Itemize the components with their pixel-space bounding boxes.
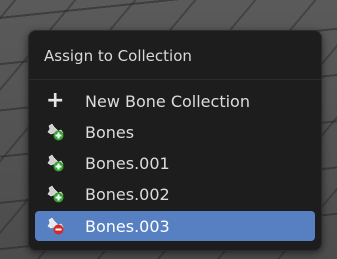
menu-item-bones-001[interactable]: Bones.001 bbox=[35, 148, 315, 178]
menu-item-label: Bones bbox=[85, 123, 135, 142]
menu-item-new-bone-collection[interactable]: + New Bone Collection bbox=[35, 86, 315, 116]
bone-collection-assign-icon bbox=[47, 123, 64, 141]
plus-icon: + bbox=[46, 88, 65, 113]
menu-item-bones-002[interactable]: Bones.002 bbox=[35, 179, 315, 209]
menu-item-label: Bones.002 bbox=[85, 185, 170, 204]
bone-collection-assign-icon bbox=[47, 154, 64, 172]
bone-collection-unassign-icon bbox=[47, 217, 64, 235]
menu-item-label: New Bone Collection bbox=[85, 92, 250, 111]
menu-item-label: Bones.001 bbox=[85, 154, 170, 173]
menu-item-label: Bones.003 bbox=[85, 217, 170, 236]
menu-title: Assign to Collection bbox=[44, 47, 192, 65]
bone-collection-assign-icon bbox=[47, 185, 64, 203]
menu-divider bbox=[29, 79, 321, 80]
assign-to-collection-menu: Assign to Collection + New Bone Collecti… bbox=[28, 30, 322, 251]
menu-item-bones-003[interactable]: Bones.003 bbox=[35, 211, 315, 241]
menu-item-bones[interactable]: Bones bbox=[35, 117, 315, 147]
